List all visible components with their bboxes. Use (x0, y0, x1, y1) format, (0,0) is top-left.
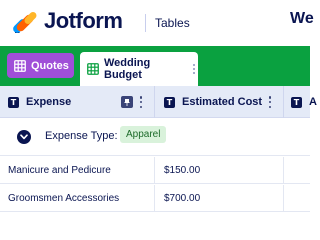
jotform-logo-icon[interactable] (12, 10, 38, 36)
table-title: We (290, 10, 314, 27)
text-type-icon: T (8, 96, 19, 108)
column-header-expense[interactable]: T Expense (8, 86, 71, 118)
column-header-next[interactable]: T A (291, 86, 317, 118)
column-header-row: T Expense T Estimated Cost T A (0, 86, 317, 118)
group-row: Expense Type: Apparel (0, 118, 310, 156)
cell-expense[interactable]: Groomsmen Accessories (8, 185, 119, 212)
column-divider (283, 157, 284, 184)
tab-quotes-label: Quotes (31, 59, 69, 72)
table-icon (87, 63, 99, 75)
tab-quotes[interactable]: Quotes (7, 53, 74, 78)
column-label: A (309, 96, 317, 108)
chevron-down-icon[interactable] (17, 130, 31, 144)
table-row[interactable]: Manicure and Pedicure $150.00 (0, 157, 310, 184)
cell-estimated-cost[interactable]: $700.00 (164, 185, 200, 212)
column-divider (154, 185, 155, 212)
cell-expense[interactable]: Manicure and Pedicure (8, 157, 111, 184)
cell-estimated-cost[interactable]: $150.00 (164, 157, 200, 184)
column-divider (283, 185, 284, 212)
tab-wedding-budget-label: Wedding Budget (104, 57, 151, 81)
pin-icon[interactable] (121, 96, 133, 108)
column-divider (283, 86, 284, 118)
column-options-icon[interactable] (139, 96, 143, 108)
column-label: Estimated Cost (182, 96, 263, 108)
column-label: Expense (26, 96, 72, 108)
group-label: Expense Type: (45, 130, 118, 142)
column-header-estimated-cost[interactable]: T Estimated Cost (164, 86, 262, 118)
table-row[interactable]: Groomsmen Accessories $700.00 (0, 185, 310, 212)
column-divider (154, 157, 155, 184)
text-type-icon: T (164, 96, 175, 108)
tab-options-icon[interactable] (191, 64, 198, 74)
column-divider (154, 86, 155, 118)
header-divider (145, 14, 146, 32)
text-type-icon: T (291, 96, 302, 108)
app-name[interactable]: Tables (155, 16, 190, 30)
group-value-badge: Apparel (120, 126, 167, 143)
tab-wedding-budget[interactable]: Wedding Budget (80, 52, 198, 86)
brand-name[interactable]: Jotform (44, 8, 123, 34)
table-icon (14, 59, 26, 72)
column-options-icon[interactable] (268, 96, 272, 108)
app-header: Jotform Tables We (0, 0, 314, 46)
